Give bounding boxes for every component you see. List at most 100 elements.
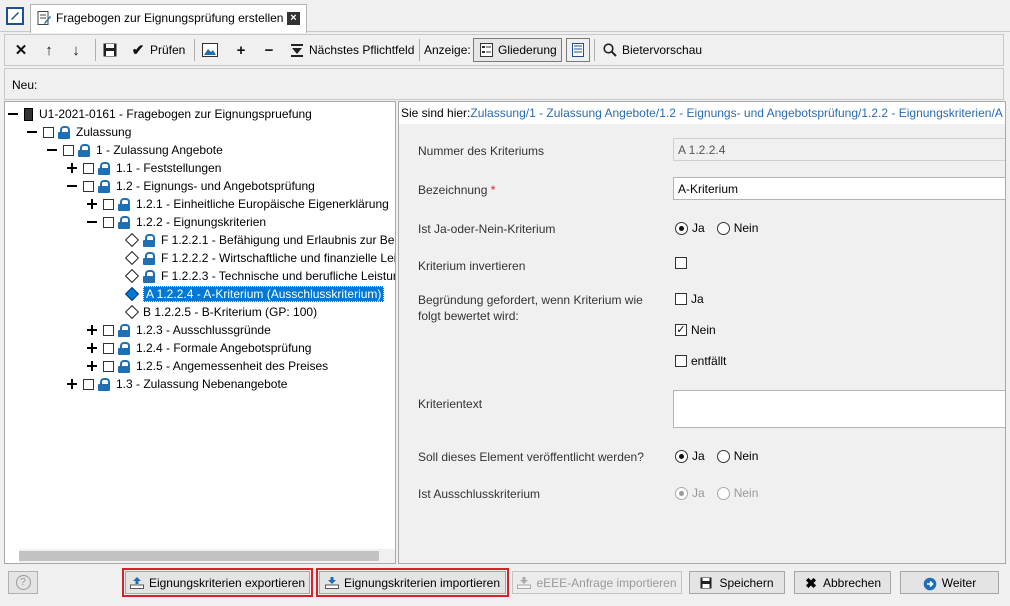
collapse-icon[interactable] (87, 217, 97, 227)
eeee-label: eEEE-Anfrage importieren (536, 575, 677, 590)
add-button[interactable]: + (233, 35, 249, 65)
floppy-icon (700, 577, 714, 589)
gliederung-toggle[interactable]: Gliederung (473, 38, 562, 62)
veroeffentlicht-radio-nein[interactable] (716, 449, 730, 463)
tree-checkbox[interactable] (63, 144, 74, 156)
collapse-icon[interactable] (47, 145, 57, 155)
save-icon-button[interactable] (102, 35, 118, 65)
tree-checkbox[interactable] (103, 324, 114, 336)
minus-icon: − (264, 41, 274, 59)
tree-node-a-4-selected[interactable]: A 1.2.2.4 - A-Kriterium (Ausschlusskrite… (124, 285, 385, 303)
janein-radio-nein[interactable] (716, 221, 730, 235)
bezeichnung-label-text: Bezeichnung (418, 183, 488, 197)
tree-node-1-2-3[interactable]: 1.2.3 - Ausschlussgründe (87, 321, 271, 339)
detail-horizontal-scrollbar[interactable] (399, 549, 1005, 563)
tree-checkbox[interactable] (83, 162, 94, 174)
remove-button[interactable]: − (261, 35, 277, 65)
tree-node-label: F 1.2.2.2 - Wirtschaftliche und finanzie… (161, 251, 396, 265)
radio-label: Nein (733, 449, 759, 463)
tree-checkbox[interactable] (103, 198, 114, 210)
move-down-button[interactable]: ↓ (68, 35, 84, 65)
tree-node-zulassung[interactable]: Zulassung (27, 123, 131, 141)
lock-icon (98, 377, 110, 391)
nummer-field: A 1.2.2.4 (673, 138, 1005, 161)
tree-node-f-3[interactable]: F 1.2.2.3 - Technische und berufliche Le… (124, 267, 395, 285)
app-icon[interactable] (6, 7, 24, 25)
weiter-button[interactable]: Weiter (900, 571, 999, 594)
breadcrumb-link[interactable]: 1.2.2 - Eignungskriterien (861, 106, 991, 120)
tree-horizontal-scrollbar[interactable] (19, 549, 395, 563)
begruendung-nein-wrap: ✓ Nein (675, 323, 716, 337)
tree-node-b-5[interactable]: B 1.2.2.5 - B-Kriterium (GP: 100) (124, 303, 318, 321)
export-label: Eignungskriterien exportieren (148, 575, 306, 590)
expand-icon[interactable] (87, 325, 97, 335)
image-button[interactable] (202, 35, 218, 65)
export-button[interactable]: Eignungskriterien exportieren (122, 568, 313, 597)
import-button[interactable]: Eignungskriterien importieren (316, 568, 509, 597)
begruendung-nein-checkbox[interactable]: ✓ (675, 324, 687, 336)
detail-view-toggle[interactable] (566, 38, 590, 62)
tree-checkbox[interactable] (103, 216, 114, 228)
tree-node-1-1[interactable]: 1.1 - Feststellungen (67, 159, 221, 177)
expand-icon[interactable] (87, 361, 97, 371)
breadcrumb-link[interactable]: 1 - Zulassung Angebote (529, 106, 656, 120)
plus-icon: + (236, 41, 246, 59)
tree-checkbox[interactable] (83, 180, 94, 192)
tree-node-1-2-4[interactable]: 1.2.4 - Formale Angebotsprüfung (87, 339, 311, 357)
pruefen-button[interactable]: ✔ Prüfen (130, 35, 186, 65)
ausschluss-label: Ist Ausschlusskriterium (418, 487, 541, 501)
expand-icon[interactable] (87, 343, 97, 353)
invertieren-checkbox[interactable] (675, 257, 687, 269)
tree-node-label: 1.2.1 - Einheitliche Europäische Eigener… (136, 197, 389, 211)
collapse-icon[interactable] (8, 109, 18, 119)
tree-node-label: B 1.2.2.5 - B-Kriterium (GP: 100) (143, 305, 318, 319)
tree-node-1-2-2[interactable]: 1.2.2 - Eignungskriterien (87, 213, 266, 231)
help-button[interactable]: ? (8, 571, 38, 594)
delete-button[interactable]: ✕ (13, 35, 29, 65)
bezeichnung-input[interactable]: A-Kriterium (673, 177, 1005, 200)
tree-checkbox[interactable] (83, 378, 94, 390)
tree-node-f-1[interactable]: F 1.2.2.1 - Befähigung und Erlaubnis zur… (124, 231, 395, 249)
tab-fragebogen[interactable]: Fragebogen zur Eignungsprüfung erstellen… (30, 4, 307, 33)
breadcrumb-link[interactable]: Zulassung (470, 106, 525, 120)
breadcrumb-link[interactable]: 1.2 - Eignungs- und Angebotsprüfung (659, 106, 858, 120)
veroeffentlicht-radio-ja[interactable] (675, 449, 688, 463)
tree-node-1-3[interactable]: 1.3 - Zulassung Nebenangebote (67, 375, 287, 393)
invertieren-label: Kriterium invertieren (418, 259, 526, 273)
tree-node-1-2-1[interactable]: 1.2.1 - Einheitliche Europäische Eigener… (87, 195, 389, 213)
scrollbar-thumb[interactable] (19, 551, 379, 561)
veroeffentlicht-radio-group: Ja Nein (675, 449, 758, 463)
tree-node-1[interactable]: 1 - Zulassung Angebote (47, 141, 223, 159)
tree-node-1-2[interactable]: 1.2 - Eignungs- und Angebotsprüfung (67, 177, 315, 195)
toolbar-separator (594, 39, 595, 61)
expand-icon[interactable] (67, 379, 77, 389)
tree-node-f-2[interactable]: F 1.2.2.2 - Wirtschaftliche und finanzie… (124, 249, 396, 267)
checkbox-label: Ja (691, 292, 704, 306)
janein-radio-ja[interactable] (675, 221, 688, 235)
begruendung-ja-checkbox[interactable] (675, 293, 687, 305)
document-edit-icon (37, 11, 51, 25)
tree-node-label: U1-2021-0161 - Fragebogen zur Eignungspr… (39, 107, 312, 121)
expand-icon[interactable] (87, 199, 97, 209)
speichern-button[interactable]: Speichern (689, 571, 785, 594)
begruendung-entfaellt-checkbox[interactable] (675, 355, 687, 367)
collapse-icon[interactable] (27, 127, 37, 137)
collapse-icon[interactable] (67, 181, 77, 191)
kriterientext-textarea[interactable] (673, 390, 1005, 428)
tree-checkbox[interactable] (43, 126, 54, 138)
breadcrumb-link[interactable]: A (995, 106, 1003, 120)
neu-bar: Neu: (4, 68, 1004, 100)
move-up-button[interactable]: ↑ (41, 35, 57, 65)
tree-checkbox[interactable] (103, 360, 114, 372)
abbrechen-button[interactable]: ✖ Abbrechen (794, 571, 891, 594)
tree-checkbox[interactable] (103, 342, 114, 354)
naechstes-pflichtfeld-button[interactable]: Nächstes Pflichtfeld (289, 35, 414, 65)
bietervorschau-button[interactable]: Bietervorschau (602, 35, 702, 65)
criterion-diamond-icon (124, 268, 140, 284)
tab-close-icon[interactable]: × (287, 12, 300, 25)
expand-icon[interactable] (67, 163, 77, 173)
tree-node-1-2-5[interactable]: 1.2.5 - Angemessenheit des Preises (87, 357, 328, 375)
detail-panel: Sie sind hier: Zulassung / 1 - Zulassung… (398, 101, 1006, 564)
tree-node-root[interactable]: U1-2021-0161 - Fragebogen zur Eignungspr… (8, 105, 312, 123)
arrow-right-circle-icon (923, 577, 937, 590)
